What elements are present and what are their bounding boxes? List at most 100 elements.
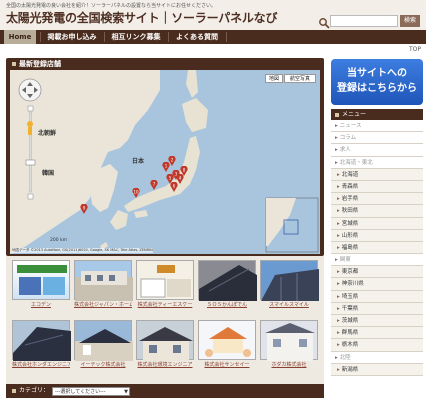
sidebar-item-label: 岩手県 — [341, 196, 359, 203]
sidebar-item[interactable]: ▸ 北海道 — [331, 168, 423, 181]
site-header: 全国の太陽光発電の良い会社を紹介！ソーラーパネルの設置なら当サイトにお任せくださ… — [0, 0, 426, 30]
company-card[interactable]: 株式会社ティーエスケー — [136, 260, 194, 310]
category-select[interactable]: ---選択してください--- ▼ — [52, 387, 130, 396]
site-title[interactable]: 太陽光発電の全国検索サイト｜ソーラーパネルなび — [6, 9, 277, 26]
search-button[interactable]: 検索 — [400, 15, 420, 27]
company-card[interactable]: ホダカ株式会社 — [260, 320, 318, 370]
arrow-right-icon: ▸ — [337, 244, 340, 251]
sidebar-menu-title: メニュー — [342, 111, 367, 118]
map-pin[interactable]: 6 — [170, 182, 178, 192]
sidebar-item[interactable]: ▸ 神奈川県 — [331, 278, 423, 291]
nav-divider — [226, 32, 227, 42]
sidebar-item[interactable]: ▸ 栃木県 — [331, 339, 423, 352]
svg-text:4: 4 — [179, 176, 182, 181]
arrow-right-icon: ▸ — [335, 147, 338, 154]
company-card[interactable]: 株式会社ホンダエンジニア — [12, 320, 71, 370]
company-image[interactable] — [260, 320, 318, 361]
sidebar-item[interactable]: ▸ 宮城県 — [331, 217, 423, 230]
map-pin[interactable]: 8 — [180, 166, 188, 176]
sidebar-item-label: 北陸 — [339, 354, 351, 361]
category-label: カテゴリ： — [19, 387, 50, 394]
arrow-right-icon: ▸ — [337, 232, 340, 239]
map-type-map-button[interactable]: 地図 — [265, 74, 283, 83]
company-name[interactable]: ＳＯＳかんぽでん — [198, 301, 256, 308]
sidebar-item-label: 青森県 — [341, 183, 359, 190]
company-name[interactable]: ホダカ株式会社 — [260, 361, 318, 368]
site-tagline: 全国の太陽光発電の良い会社を紹介！ソーラーパネルの設置なら当サイトにお任せくださ… — [6, 3, 216, 9]
company-card[interactable]: 株式会社ジャパン・ホームサービス — [74, 260, 133, 310]
company-name[interactable]: 株式会社サンセイー — [198, 361, 256, 368]
company-image[interactable] — [74, 260, 133, 301]
sidebar-item-label: 福島県 — [341, 244, 359, 251]
sidebar-item[interactable]: ▸ 秋田県 — [331, 205, 423, 218]
sidebar-section-heading[interactable]: ▸ 北海道・東北 — [331, 156, 423, 169]
sidebar-item[interactable]: ▸ 岩手県 — [331, 193, 423, 206]
company-image[interactable] — [136, 260, 194, 300]
nav-home[interactable]: Home — [4, 30, 36, 44]
sidebar-item-label: 新潟県 — [341, 366, 359, 373]
nav-link-exchange[interactable]: 相互リンク募集 — [106, 30, 166, 44]
nav-faq[interactable]: よくある質問 — [170, 30, 224, 44]
company-name[interactable]: 株式会社ティーエスケー — [136, 301, 194, 308]
search-input[interactable] — [330, 15, 398, 27]
company-grid: エコデン 株式会社ジャパン・ホームサービス 株式会社ティーエスケー ＳＯＳかんぽ… — [6, 256, 324, 384]
svg-text:6: 6 — [173, 184, 176, 189]
company-card[interactable]: スマイルスマイル — [260, 260, 319, 310]
bullet-icon — [12, 62, 16, 66]
map-type-satellite-button[interactable]: 航空写真 — [284, 74, 316, 83]
svg-text:7: 7 — [153, 182, 156, 187]
arrow-right-icon: ▸ — [337, 305, 340, 312]
register-cta-button[interactable]: 当サイトへの 登録はこちらから — [331, 59, 423, 105]
company-name[interactable]: イーテック株式会社 — [74, 361, 132, 368]
sidebar-section-heading[interactable]: ▸ 関東 — [331, 254, 423, 267]
company-image[interactable] — [198, 260, 257, 301]
svg-text:8: 8 — [183, 168, 186, 173]
company-card[interactable]: イーテック株式会社 — [74, 320, 133, 370]
company-image[interactable] — [12, 320, 71, 361]
map-pin[interactable]: 9 — [80, 204, 88, 214]
store-map[interactable]: 地図 航空写真 北朝鮮 韓国 日本 1 2 3 4 5 6 7 8 10 9 2… — [10, 70, 320, 254]
map-scale: 200 km — [50, 238, 68, 243]
company-card[interactable]: 株式会社環境エンジニア — [136, 320, 194, 370]
company-image[interactable] — [12, 260, 70, 300]
sidebar-item-label: 関東 — [339, 257, 351, 264]
sidebar-item[interactable]: ▸ 茨城県 — [331, 315, 423, 328]
company-image[interactable] — [74, 320, 133, 361]
company-card[interactable]: ＳＯＳかんぽでん — [198, 260, 257, 310]
arrow-right-icon: ▸ — [337, 183, 340, 190]
sidebar-section-heading[interactable]: ▸ コラム — [331, 132, 423, 145]
sidebar-item[interactable]: ▸ 千葉県 — [331, 302, 423, 315]
main-nav: Home 掲載お申し込み 相互リンク募集 よくある質問 — [0, 30, 426, 44]
sidebar-section-heading[interactable]: ▸ 求人 — [331, 144, 423, 157]
company-name[interactable]: エコデン — [12, 301, 70, 308]
bullet-icon — [335, 112, 339, 117]
company-image[interactable] — [136, 320, 194, 361]
company-card[interactable]: エコデン — [12, 260, 70, 310]
nav-apply[interactable]: 掲載お申し込み — [42, 30, 102, 44]
sidebar-item[interactable]: ▸ 埼玉県 — [331, 290, 423, 303]
map-pin[interactable]: 2 — [168, 156, 176, 166]
sidebar-item-label: 求人 — [339, 147, 351, 154]
top-link[interactable]: TOP — [409, 46, 421, 53]
arrow-right-icon: ▸ — [337, 330, 340, 337]
sidebar-item-label: 東京都 — [341, 269, 359, 276]
map-pin[interactable]: 10 — [132, 188, 140, 198]
company-name[interactable]: 株式会社ジャパン・ホームサービス — [74, 301, 132, 308]
company-name[interactable]: スマイルスマイル — [260, 301, 318, 308]
sidebar-item[interactable]: ▸ 東京都 — [331, 266, 423, 279]
company-name[interactable]: 株式会社環境エンジニア — [136, 361, 194, 368]
company-image[interactable] — [260, 260, 319, 301]
company-image[interactable] — [198, 320, 256, 360]
company-name[interactable]: 株式会社ホンダエンジニア — [12, 361, 70, 368]
sidebar-section-heading[interactable]: ▸ 北陸 — [331, 351, 423, 364]
sidebar-item[interactable]: ▸ 青森県 — [331, 180, 423, 194]
company-card[interactable]: 株式会社サンセイー — [198, 320, 256, 370]
sidebar-item[interactable]: ▸ 福島県 — [331, 241, 423, 255]
sidebar-item[interactable]: ▸ 新潟県 — [331, 363, 423, 376]
sidebar-item[interactable]: ▸ 山形県 — [331, 229, 423, 242]
sidebar-item[interactable]: ▸ 群馬県 — [331, 327, 423, 340]
sidebar-section-heading[interactable]: ▸ ニュース — [331, 120, 423, 133]
map-pin[interactable]: 7 — [150, 180, 158, 190]
sidebar-item-label: ニュース — [339, 123, 362, 129]
sidebar-menu-header: メニュー — [331, 109, 423, 120]
